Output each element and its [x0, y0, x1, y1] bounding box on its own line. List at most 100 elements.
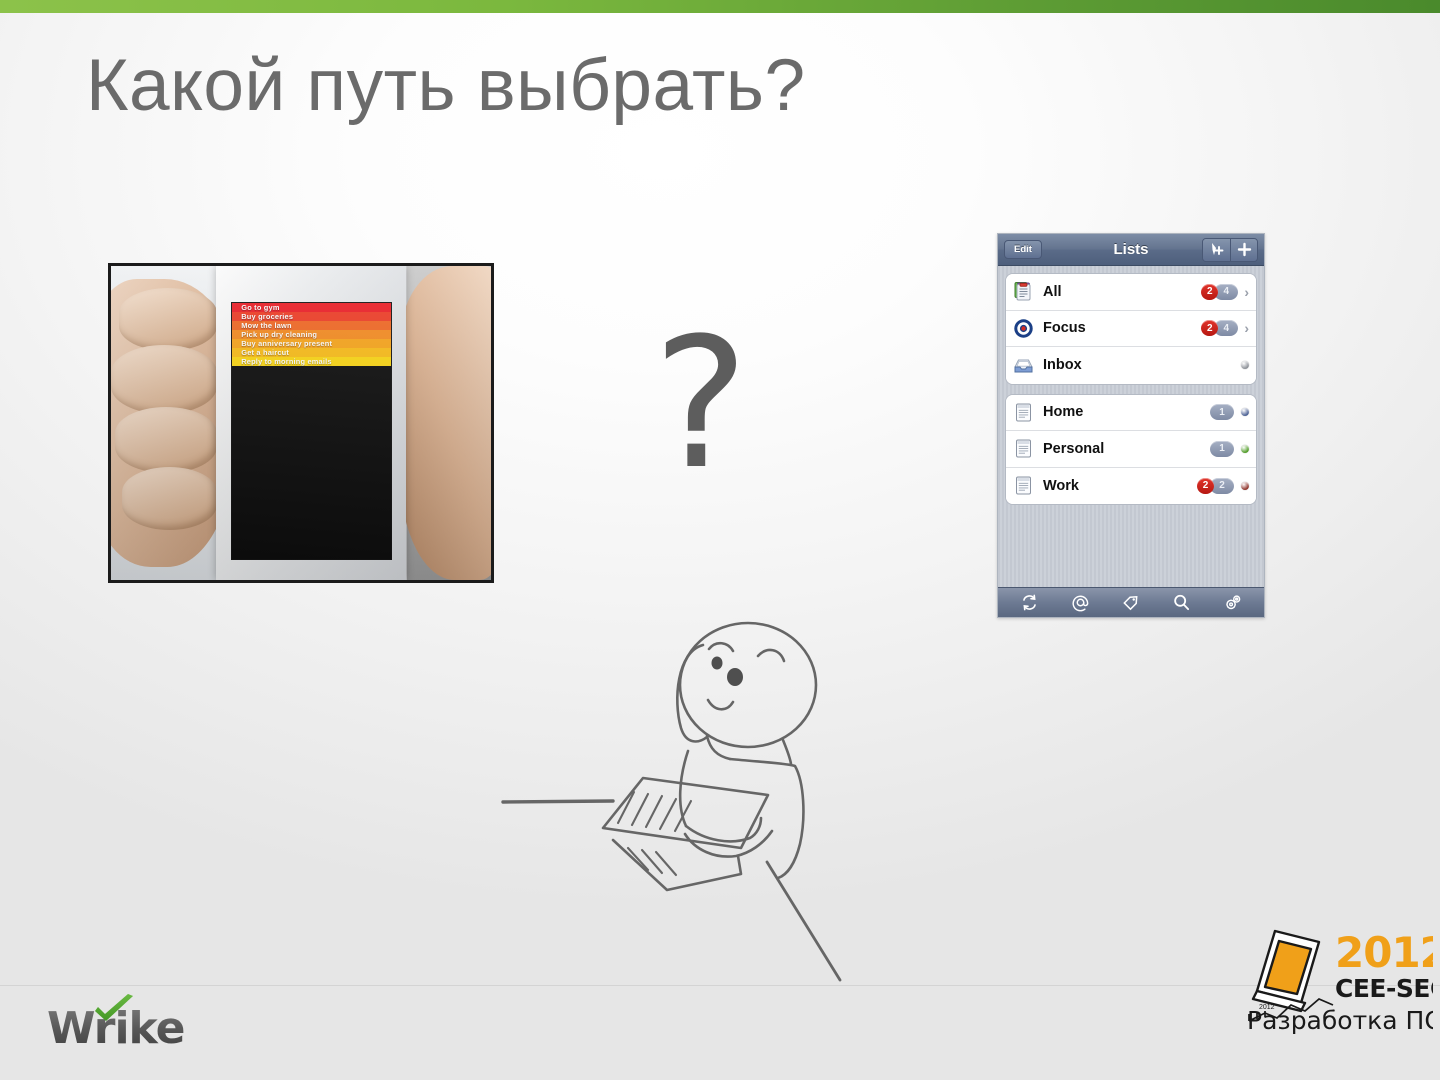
navbar-right-buttons [1202, 237, 1258, 262]
list-row-inbox[interactable]: Inbox [1006, 347, 1256, 384]
search-button[interactable] [1172, 593, 1192, 613]
overdue-badge: 2 [1201, 283, 1219, 300]
new-smart-list-icon [1211, 243, 1223, 255]
list-color-dot [1241, 408, 1249, 417]
conference-year: 2012 [1335, 928, 1433, 977]
finger-4 [122, 466, 218, 530]
cee-secr-logo: 2012 2012 CEE-SEC(R) Разработка ПО [1243, 925, 1440, 1042]
right-hand [399, 266, 491, 580]
settings-button[interactable] [1223, 593, 1243, 613]
sync-icon [1022, 594, 1036, 611]
list-row-badges: 1 [1210, 440, 1249, 457]
app-list-body: All 2 4 › Focus 2 4 › Inbox Home 1 Personal 1 Work 2 2 [998, 266, 1264, 587]
sync-button[interactable] [1019, 593, 1039, 613]
conference-subtitle: Разработка ПО [1247, 1006, 1433, 1035]
app-toolbar [998, 587, 1264, 617]
todo-task-list: Go to gym Buy groceries Mow the lawn Pick u… [231, 303, 392, 367]
chevron-right-icon: › [1244, 320, 1249, 337]
todo-task-label: Get a haircut [241, 348, 290, 358]
list-row-home[interactable]: Home 1 [1006, 394, 1256, 431]
todo-task-row[interactable]: Mow the lawn [231, 321, 392, 331]
figure-table-edge [501, 799, 615, 804]
target-icon [1013, 318, 1034, 339]
finger-1 [118, 287, 218, 351]
list-row-all[interactable]: All 2 4 › [1006, 274, 1256, 311]
at-sign-icon [1072, 595, 1089, 612]
list-row-label: Focus [1043, 320, 1086, 337]
figure-brow-left [707, 641, 735, 653]
figure-neck-2 [781, 738, 793, 766]
add-list-button[interactable] [1230, 238, 1257, 261]
todo-task-label: Go to gym [241, 303, 280, 313]
green-check-icon [95, 994, 133, 1021]
todo-task-label: Pick up dry cleaning [241, 330, 318, 340]
contexts-button[interactable] [1070, 593, 1090, 613]
todo-task-label: Reply to morning emails [241, 357, 332, 367]
search-icon [1174, 594, 1190, 611]
slide-canvas: Какой путь выбрать? Go to gym Buy groceri… [0, 0, 1440, 1080]
todo-task-row[interactable]: Reply to morning emails [231, 357, 392, 367]
list-row-focus[interactable]: Focus 2 4 › [1006, 310, 1256, 347]
count-badge: 1 [1210, 440, 1234, 457]
plus-icon [1237, 242, 1251, 257]
list-row-badges: 2 4 › [1201, 320, 1249, 337]
figure-eye-left [711, 656, 723, 670]
list-color-dot [1241, 361, 1249, 370]
todo-task-label: Buy groceries [241, 312, 294, 322]
phone-screen: Go to gym Buy groceries Mow the lawn Pick u… [230, 302, 393, 560]
list-row-badges [1237, 361, 1249, 370]
list-row-work[interactable]: Work 2 2 [1006, 467, 1256, 504]
todo-task-row[interactable]: Buy groceries [231, 312, 392, 322]
footer-divider [0, 985, 1440, 986]
figure-paper-bottom [611, 838, 743, 892]
list-row-label: Inbox [1043, 357, 1082, 374]
stacked-lists-icon [1013, 281, 1034, 302]
tag-icon [1123, 595, 1138, 611]
list-color-dot [1241, 481, 1249, 490]
figure-leg [765, 860, 842, 982]
notepad-icon [1013, 475, 1034, 496]
todo-task-label: Mow the lawn [241, 321, 292, 331]
todo-task-row[interactable]: Pick up dry cleaning [231, 330, 392, 340]
list-row-badges: 1 [1210, 404, 1249, 421]
todo-task-row[interactable]: Get a haircut [231, 348, 392, 358]
list-row-badges: 22 [1197, 477, 1249, 494]
tags-button[interactable] [1121, 593, 1141, 613]
figure-neck [705, 734, 732, 761]
todo-task-label: Buy anniversary present [241, 339, 333, 349]
app-navbar: Edit Lists [998, 234, 1264, 266]
list-row-label: Personal [1043, 440, 1105, 457]
list-row-label: Home [1043, 404, 1084, 421]
finger-3 [114, 407, 218, 474]
page-title: Какой путь выбрать? [86, 45, 806, 126]
wrike-logo: Wrike [47, 994, 185, 1054]
new-smart-list-button[interactable] [1203, 238, 1230, 261]
calendar-mark [1251, 929, 1321, 1013]
inbox-tray-icon [1013, 355, 1034, 376]
top-accent-bar [0, 0, 1440, 13]
figure-brow-right [756, 648, 786, 663]
list-group: Home 1 Personal 1 Work 2 2 [1005, 393, 1257, 505]
phone-photo: Go to gym Buy groceries Mow the lawn Pick u… [108, 263, 494, 583]
thinking-person-doodle [501, 621, 842, 982]
list-row-label: Work [1043, 477, 1079, 494]
list-row-personal[interactable]: Personal 1 [1006, 431, 1256, 468]
list-color-dot [1241, 444, 1249, 453]
cee-secr-logo-graphic: 2012 2012 CEE-SEC(R) Разработка ПО [1247, 928, 1440, 1035]
figure-eye-right [727, 668, 743, 686]
count-badge: 1 [1210, 404, 1234, 421]
conference-name: CEE-SEC(R) [1335, 974, 1433, 1003]
chevron-right-icon: › [1244, 283, 1249, 300]
settings-gear-icon [1226, 595, 1241, 610]
overdue-badge: 2 [1197, 477, 1214, 494]
todo-task-row[interactable]: Buy anniversary present [231, 339, 392, 349]
todo-task-row[interactable]: Go to gym [231, 303, 392, 313]
notepad-icon [1013, 402, 1034, 423]
question-mark: ? [653, 300, 749, 509]
list-row-badges: 2 4 › [1201, 283, 1249, 300]
figure-mouth [706, 698, 735, 711]
list-row-label: All [1043, 283, 1062, 300]
notepad-icon [1013, 438, 1034, 459]
edit-button[interactable]: Edit [1004, 240, 1042, 259]
finger-2 [111, 344, 218, 414]
